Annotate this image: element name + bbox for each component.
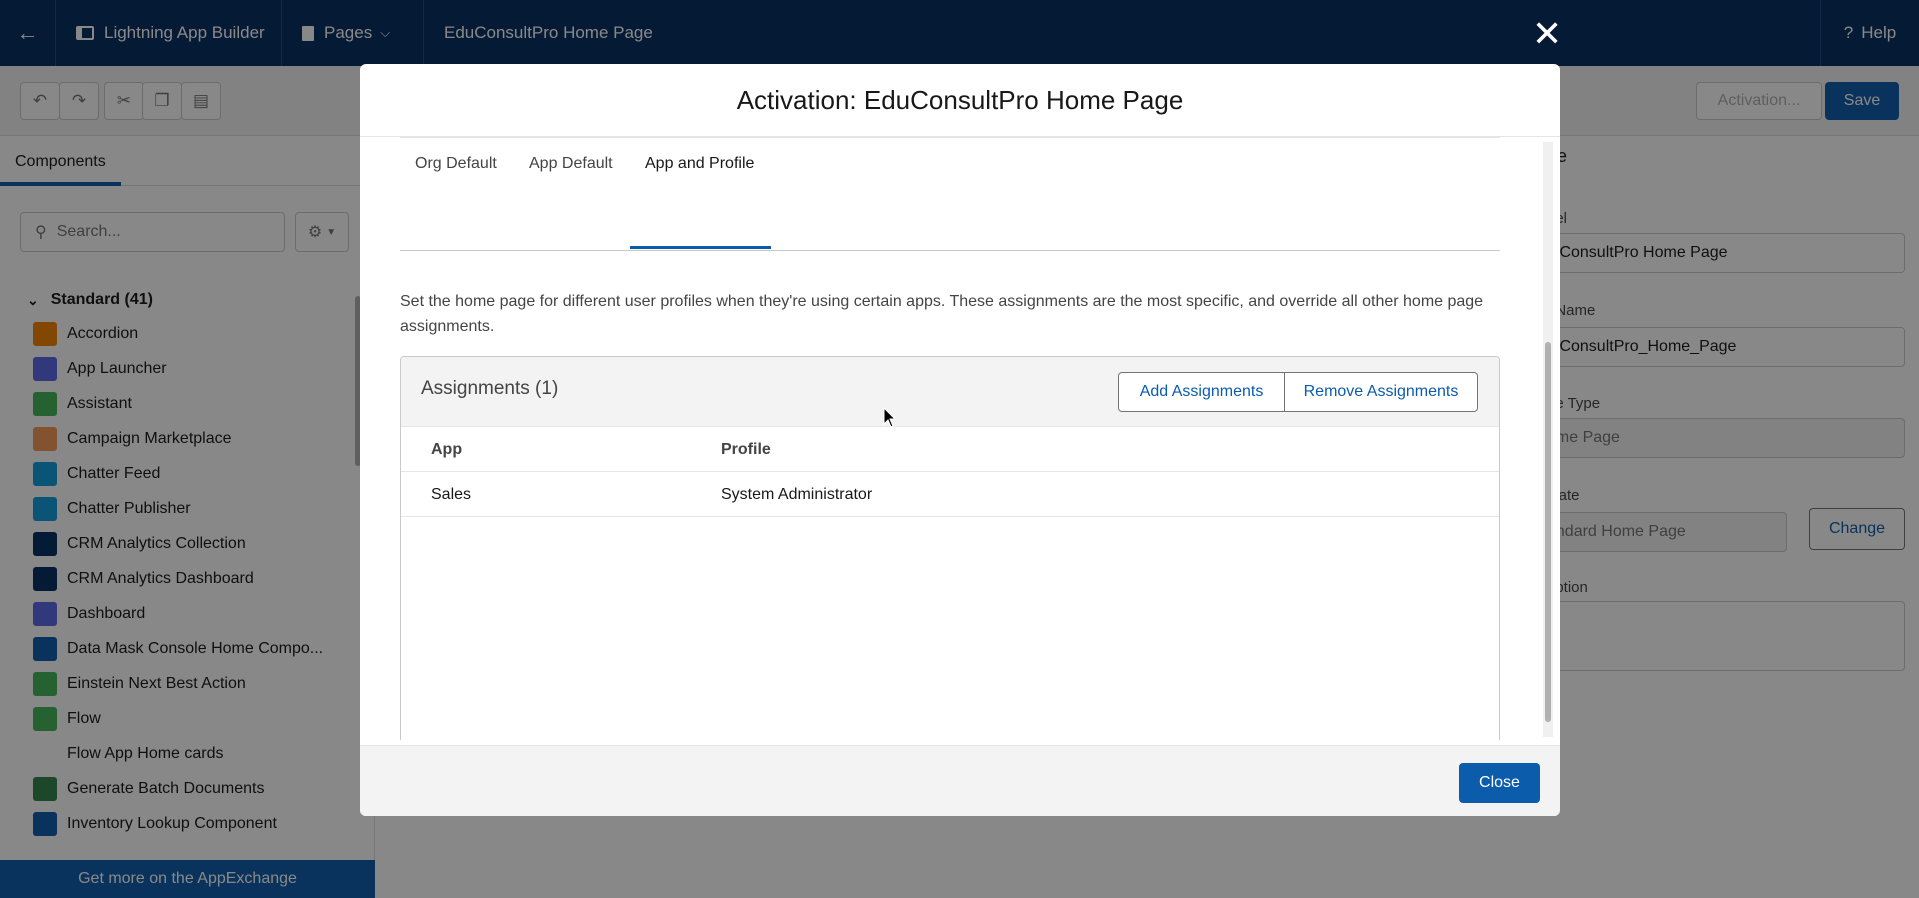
row-app: Sales <box>431 486 472 503</box>
tab-org-default[interactable]: Org Default <box>415 155 497 173</box>
divider <box>400 137 1500 138</box>
add-assignments-button[interactable]: Add Assignments <box>1118 372 1285 412</box>
assignment-description: Set the home page for different user pro… <box>400 293 1484 335</box>
col-profile[interactable]: Profile <box>721 441 771 459</box>
close-modal-icon[interactable]: ✕ <box>1532 16 1562 52</box>
row-profile: System Administrator <box>721 486 873 503</box>
modal-scrollbar[interactable] <box>1543 142 1553 737</box>
remove-assignments-button[interactable]: Remove Assignments <box>1284 372 1478 412</box>
modal-body: Org Default App Default App and Profile … <box>360 137 1560 740</box>
assignments-card: Assignments (1) Add Assignments Remove A… <box>400 356 1500 740</box>
assignments-title: Assignments (1) <box>421 378 559 399</box>
scrollbar-thumb[interactable] <box>1545 342 1551 722</box>
modal-title: Activation: EduConsultPro Home Page <box>360 64 1560 137</box>
unused6 <box>400 251 1500 252</box>
modal-footer: Close <box>360 745 1560 816</box>
table-header <box>401 427 1499 472</box>
close-button[interactable]: Close <box>1459 763 1540 803</box>
tab-app-default[interactable]: App Default <box>529 155 613 173</box>
col-app[interactable]: App <box>431 441 462 459</box>
tab-app-and-profile[interactable]: App and Profile <box>645 155 754 173</box>
active-tab-underline <box>630 246 771 249</box>
table-row[interactable] <box>401 472 1499 517</box>
mouse-cursor-icon <box>883 407 897 428</box>
tabs-baseline <box>400 250 1500 251</box>
activation-modal: Activation: EduConsultPro Home Page Org … <box>360 64 1560 816</box>
